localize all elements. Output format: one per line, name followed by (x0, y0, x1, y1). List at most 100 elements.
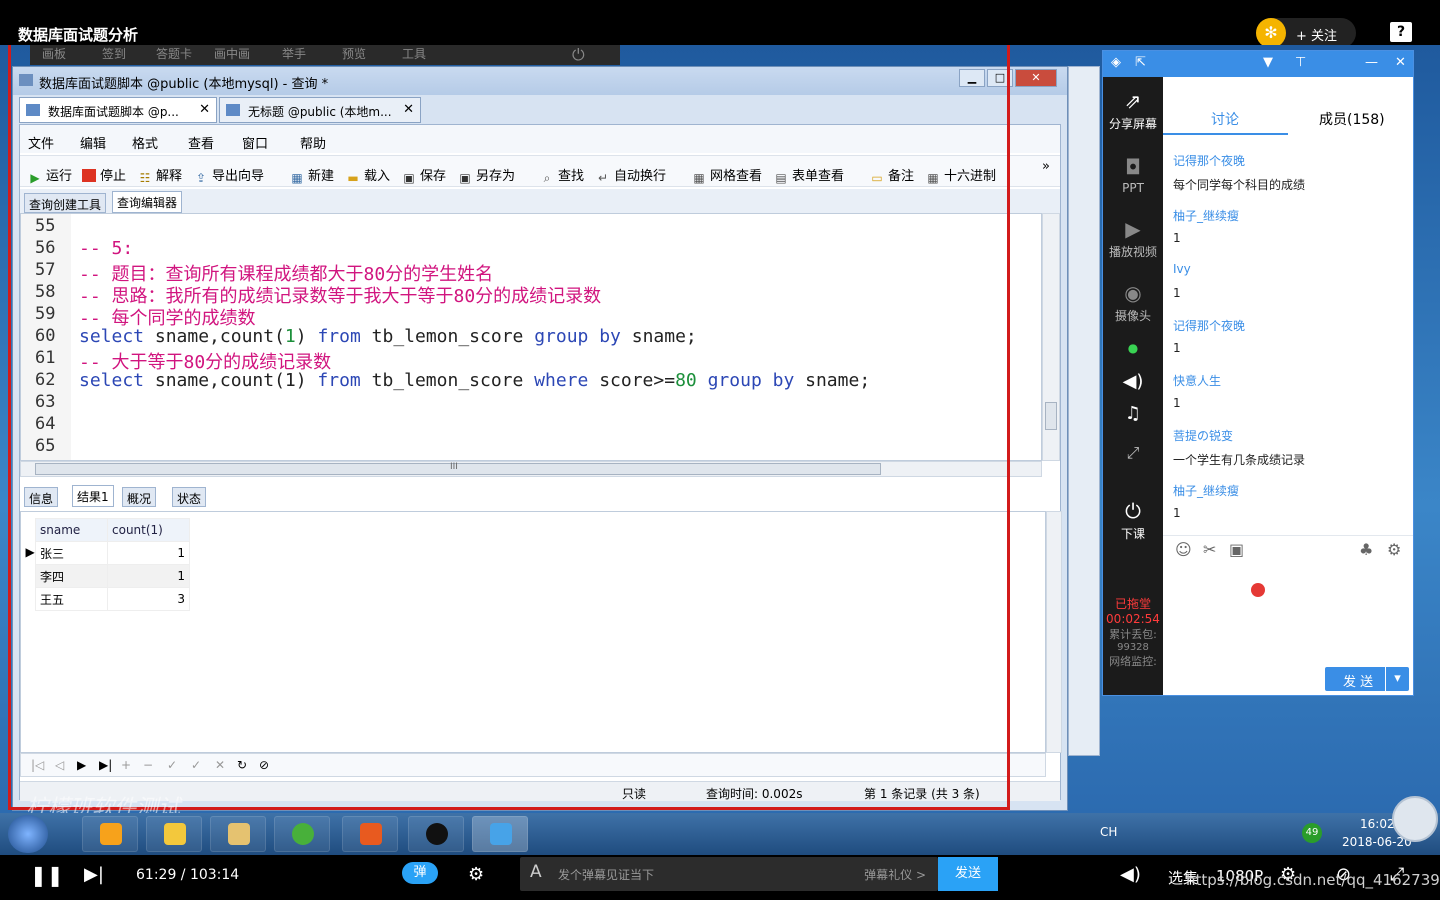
taskbar-app[interactable] (408, 816, 464, 852)
help-icon[interactable]: ? (1390, 22, 1412, 42)
scissors-icon[interactable]: ✂ (1203, 540, 1216, 559)
video-title: 数据库面试题分析 (18, 26, 139, 44)
pin-icon[interactable]: ◈ (1111, 55, 1121, 70)
packet-loss-value: 99328 (1117, 642, 1149, 653)
message-author[interactable]: 记得那个夜晚 (1173, 317, 1245, 334)
scroll-thumb[interactable] (1045, 402, 1057, 430)
taskbar-app[interactable] (210, 816, 266, 852)
follow-label: + 关注 (1296, 29, 1338, 44)
play-video-button[interactable]: ▶ 播放视频 (1103, 217, 1163, 260)
security-badge[interactable]: 49 (1302, 823, 1322, 843)
lemon-logo-icon: ✻ (1256, 18, 1286, 48)
ppt-label: PPT (1122, 181, 1144, 195)
video-icon: ▶ (1125, 217, 1141, 241)
overtime-timer: 00:02:54 (1106, 612, 1160, 626)
overtime-status: 已拖堂 (1114, 597, 1151, 611)
windows-taskbar: CH 49 16:02 2018-06-20 (0, 813, 1440, 855)
danmu-input[interactable]: A 发个弹幕见证当下 弹幕礼仪 > (520, 857, 938, 891)
message-author[interactable]: 记得那个夜晚 (1173, 152, 1245, 169)
playback-time: 61:29 / 103:14 (136, 867, 240, 883)
mic-icon[interactable]: ● (1103, 341, 1163, 355)
result-vertical-scrollbar[interactable] (1046, 511, 1062, 753)
image-icon[interactable]: ▣ (1229, 540, 1244, 559)
settings-icon[interactable]: ⚙ (1387, 540, 1401, 559)
clock-time[interactable]: 16:02 (1360, 817, 1395, 831)
camera-button[interactable]: ◉ 摄像头 (1103, 281, 1163, 324)
play-video-label: 播放视频 (1108, 245, 1157, 259)
danmu-placeholder: 发个弹幕见证当下 (558, 868, 655, 882)
pin-top-icon[interactable]: ⊤ (1295, 55, 1306, 70)
source-url: https://blog.csdn.net/qq_41627390 (1186, 871, 1440, 889)
end-class-button[interactable]: ⏻ 下课 (1103, 499, 1163, 542)
ppt-button[interactable]: ◘ PPT (1103, 155, 1163, 195)
app-icon (164, 823, 186, 845)
end-class-label: 下课 (1120, 527, 1145, 541)
danmu-settings-icon[interactable]: ⚙ (468, 864, 484, 885)
taskbar-app[interactable] (342, 816, 398, 852)
message-author[interactable]: Ivy (1173, 262, 1191, 276)
send-label: 发 送 (1343, 675, 1374, 690)
danmu-toggle[interactable]: 弹 (402, 862, 438, 884)
qq-icon (426, 823, 448, 845)
assistant-avatar[interactable] (1392, 796, 1438, 842)
camera-label: 摄像头 (1114, 309, 1151, 323)
follow-button[interactable]: ✻ + 关注 (1256, 18, 1356, 48)
next-icon[interactable]: ▶| (84, 864, 104, 885)
taskbar-app[interactable] (82, 816, 138, 852)
danmu-etiquette-link[interactable]: 弹幕礼仪 > (864, 866, 926, 883)
taskbar-app[interactable] (274, 816, 330, 852)
camera-icon: ◉ (1124, 281, 1142, 305)
pause-icon[interactable]: ❚❚ (30, 863, 64, 887)
message-text: 每个同学每个科目的成绩 (1173, 178, 1306, 192)
ppt-icon: ◘ (1125, 155, 1141, 179)
music-icon[interactable]: ♫ (1103, 403, 1163, 424)
start-button[interactable] (8, 815, 48, 853)
share-screen-icon: ⇗ (1124, 89, 1142, 113)
packet-loss-label: 累计丢包: (1109, 628, 1157, 641)
message-text: 一个学生有几条成绩记录 (1173, 453, 1306, 467)
power-icon: ⏻ (1125, 499, 1141, 523)
minimize-icon[interactable]: — (1365, 55, 1378, 70)
close-icon[interactable]: ✕ (1015, 69, 1057, 87)
tab-members[interactable]: 成员(158) (1319, 109, 1385, 129)
app-icon (292, 823, 314, 845)
app-icon (100, 823, 122, 845)
taskbar-app[interactable] (472, 816, 528, 852)
message-author[interactable]: 快意人生 (1173, 372, 1221, 389)
send-button[interactable]: 发 送 ▾ (1325, 667, 1409, 691)
users-icon[interactable]: ♣ (1359, 540, 1373, 559)
fullscreen-icon[interactable]: ⤢ (1103, 443, 1163, 463)
chevron-down-icon[interactable]: ▾ (1385, 667, 1409, 691)
text-style-icon[interactable]: A (530, 862, 542, 882)
emoji-icon[interactable]: ☺ (1175, 540, 1192, 559)
dropdown-icon[interactable]: ▼ (1263, 55, 1273, 70)
share-screen-button[interactable]: ⇗ 分享屏幕 (1103, 89, 1163, 132)
app-icon (490, 823, 512, 845)
chat-titlebar: ◈ ⇱ ▼ ⊤ — ✕ (1103, 51, 1413, 77)
message-author[interactable]: 柚子_继续瘦 (1173, 207, 1239, 224)
volume-icon[interactable]: ◀) (1120, 864, 1141, 885)
active-tab-underline (1163, 133, 1288, 135)
share-screen-label: 分享屏幕 (1108, 117, 1157, 131)
message-text: 1 (1173, 341, 1181, 355)
danmu-send-button[interactable]: 发送 (938, 857, 998, 891)
toolbar-overflow-icon[interactable]: » (1042, 159, 1050, 174)
speaker-icon[interactable]: ◀) (1103, 371, 1163, 392)
message-text: 1 (1173, 396, 1181, 410)
chat-tabs: 讨论 成员(158) (1163, 77, 1413, 137)
language-indicator[interactable]: CH (1100, 825, 1117, 839)
popout-icon[interactable]: ⇱ (1135, 55, 1146, 70)
message-text: 1 (1173, 286, 1181, 300)
video-top-bar (0, 0, 1440, 45)
editor-vertical-scrollbar[interactable] (1042, 213, 1060, 461)
network-monitor-label: 网络监控: (1109, 655, 1157, 668)
classroom-chat-panel: ◈ ⇱ ▼ ⊤ — ✕ ⇗ 分享屏幕 ◘ PPT ▶ 播放视频 ◉ 摄像头 ● ◀) ♫… (1102, 50, 1414, 696)
background-window (1068, 66, 1100, 756)
close-icon[interactable]: ✕ (1395, 55, 1406, 70)
message-text: 1 (1173, 231, 1181, 245)
message-author[interactable]: 菩提の锐变 (1173, 427, 1233, 444)
tab-discussion[interactable]: 讨论 (1211, 109, 1239, 129)
message-author[interactable]: 柚子_继续瘦 (1173, 482, 1239, 499)
taskbar-app[interactable] (146, 816, 202, 852)
cursor-marker (1251, 583, 1265, 597)
